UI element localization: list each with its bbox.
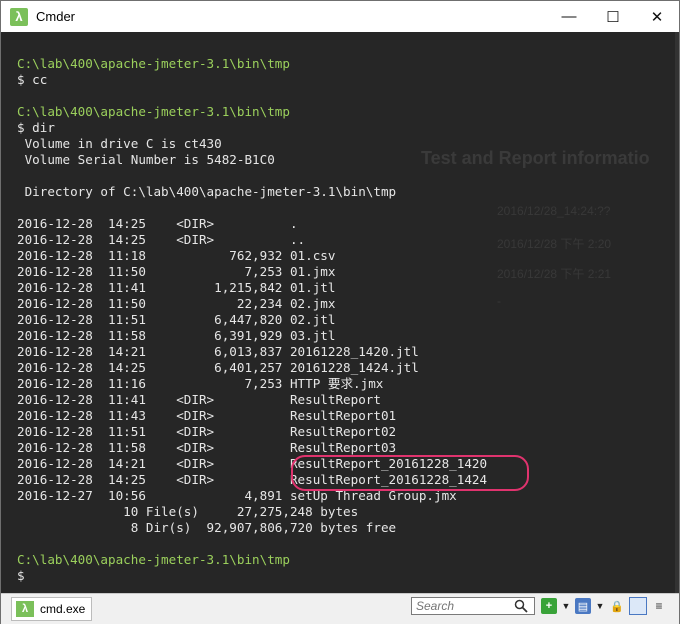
- terminal-line: $: [17, 568, 487, 584]
- line-text: 2016-12-28 11:50 7,253 01.jmx: [17, 264, 336, 279]
- prompt-path: C:\lab\400\apache-jmeter-3.1\bin\tmp: [17, 104, 290, 119]
- terminal-line: 2016-12-28 11:16 7,253 HTTP 要求.jmx: [17, 376, 487, 392]
- ghost-line: 2016/12/28_14:24:??: [497, 204, 611, 218]
- console-tab[interactable]: λ cmd.exe: [11, 597, 93, 621]
- window-controls: — ☐ ✕: [547, 1, 679, 32]
- line-text: Volume in drive C is ct430: [17, 136, 222, 151]
- terminal-line: $ cc: [17, 72, 487, 88]
- terminal-line: 2016-12-28 11:50 22,234 02.jmx: [17, 296, 487, 312]
- line-text: $: [17, 568, 25, 583]
- terminal-line: Directory of C:\lab\400\apache-jmeter-3.…: [17, 184, 487, 200]
- ghost-line: -: [497, 294, 501, 308]
- terminal-line: 2016-12-28 11:51 <DIR> ResultReport02: [17, 424, 487, 440]
- line-text: $ cc: [17, 72, 48, 87]
- terminal-line: C:\lab\400\apache-jmeter-3.1\bin\tmp: [17, 104, 487, 120]
- terminal-line: 2016-12-28 11:51 6,447,820 02.jtl: [17, 312, 487, 328]
- title-bar[interactable]: λ Cmder — ☐ ✕: [1, 1, 679, 32]
- maximize-button[interactable]: ☐: [591, 1, 635, 32]
- highlight-ellipse: [291, 455, 529, 491]
- terminal-line: 2016-12-28 11:41 <DIR> ResultReport: [17, 392, 487, 408]
- terminal-line: $ dir: [17, 120, 487, 136]
- toolbar: + ▼ ▤ ▼ 🔒 ≡: [541, 597, 671, 615]
- terminal-line: 2016-12-28 14:25 6,401,257 20161228_1424…: [17, 360, 487, 376]
- search-icon[interactable]: [514, 599, 528, 613]
- window-title: Cmder: [36, 9, 76, 24]
- scrollbar[interactable]: [675, 32, 679, 593]
- line-text: 2016-12-28 11:41 1,215,842 01.jtl: [17, 280, 336, 295]
- search-input[interactable]: [412, 599, 512, 613]
- line-text: 8 Dir(s) 92,907,806,720 bytes free: [17, 520, 397, 535]
- terminal-line: 2016-12-28 11:58 <DIR> ResultReport03: [17, 440, 487, 456]
- terminal-line: C:\lab\400\apache-jmeter-3.1\bin\tmp: [17, 56, 487, 72]
- line-text: Volume Serial Number is 5482-B1C0: [17, 152, 275, 167]
- status-bar: λ cmd.exe + ▼ ▤ ▼ 🔒 ≡: [1, 593, 679, 624]
- line-text: 10 File(s) 27,275,248 bytes: [17, 504, 359, 519]
- menu-icon[interactable]: ≡: [651, 598, 667, 614]
- ghost-line: 2016/12/28 下午 2:21: [497, 267, 612, 281]
- close-button[interactable]: ✕: [635, 1, 679, 32]
- line-text: 2016-12-28 11:50 22,234 02.jmx: [17, 296, 336, 311]
- terminal-console[interactable]: Test and Report informatio 2016/12/28_14…: [1, 32, 679, 593]
- terminal-line: 2016-12-28 11:58 6,391,929 03.jtl: [17, 328, 487, 344]
- prompt-path: C:\lab\400\apache-jmeter-3.1\bin\tmp: [17, 56, 290, 71]
- terminal-line: 10 File(s) 27,275,248 bytes: [17, 504, 487, 520]
- terminal-line: C:\lab\400\apache-jmeter-3.1\bin\tmp: [17, 552, 487, 568]
- split-pane-icon[interactable]: [629, 597, 647, 615]
- minimize-button[interactable]: —: [547, 1, 591, 32]
- line-text: Directory of C:\lab\400\apache-jmeter-3.…: [17, 184, 397, 199]
- line-text: 2016-12-28 11:18 762,932 01.csv: [17, 248, 336, 263]
- tab-label: cmd.exe: [40, 602, 86, 616]
- line-text: 2016-12-28 14:25 <DIR> .: [17, 216, 298, 231]
- terminal-line: 2016-12-28 11:43 <DIR> ResultReport01: [17, 408, 487, 424]
- lambda-icon: λ: [16, 601, 34, 617]
- line-text: 2016-12-28 14:21 6,013,837 20161228_1420…: [17, 344, 419, 359]
- terminal-line: 2016-12-28 11:41 1,215,842 01.jtl: [17, 280, 487, 296]
- list-icon[interactable]: ▤: [575, 598, 591, 614]
- add-icon[interactable]: +: [541, 598, 557, 614]
- ghost-line: 2016/12/28 下午 2:20: [497, 237, 612, 251]
- terminal-line: Volume Serial Number is 5482-B1C0: [17, 152, 487, 168]
- terminal-line: 2016-12-28 11:50 7,253 01.jmx: [17, 264, 487, 280]
- line-text: 2016-12-28 11:43 <DIR> ResultReport01: [17, 408, 397, 423]
- terminal-output: C:\lab\400\apache-jmeter-3.1\bin\tmp $ cc…: [17, 56, 487, 584]
- terminal-line: 2016-12-28 11:18 762,932 01.csv: [17, 248, 487, 264]
- line-text: 2016-12-28 11:41 <DIR> ResultReport: [17, 392, 381, 407]
- prompt-path: C:\lab\400\apache-jmeter-3.1\bin\tmp: [17, 552, 290, 567]
- lambda-icon: λ: [10, 7, 28, 26]
- chevron-down-icon[interactable]: ▼: [595, 598, 605, 614]
- line-text: 2016-12-28 11:16 7,253 HTTP 要求.jmx: [17, 376, 384, 391]
- line-text: $ dir: [17, 120, 55, 135]
- terminal-line: 2016-12-28 14:25 <DIR> .: [17, 216, 487, 232]
- terminal-line: Volume in drive C is ct430: [17, 136, 487, 152]
- line-text: 2016-12-28 14:25 <DIR> ..: [17, 232, 306, 247]
- chevron-down-icon[interactable]: ▼: [561, 598, 571, 614]
- line-text: 2016-12-28 14:25 6,401,257 20161228_1424…: [17, 360, 419, 375]
- line-text: 2016-12-28 11:58 <DIR> ResultReport03: [17, 440, 397, 455]
- search-box[interactable]: [411, 597, 535, 615]
- terminal-line: 2016-12-28 14:21 6,013,837 20161228_1420…: [17, 344, 487, 360]
- line-text: 2016-12-28 11:51 <DIR> ResultReport02: [17, 424, 397, 439]
- line-text: 2016-12-28 11:58 6,391,929 03.jtl: [17, 328, 336, 343]
- line-text: 2016-12-28 11:51 6,447,820 02.jtl: [17, 312, 336, 327]
- lock-icon[interactable]: 🔒: [609, 598, 625, 614]
- terminal-line: 8 Dir(s) 92,907,806,720 bytes free: [17, 520, 487, 536]
- cmder-window: λ Cmder — ☐ ✕ Test and Report informatio…: [0, 0, 680, 624]
- terminal-line: 2016-12-28 14:25 <DIR> ..: [17, 232, 487, 248]
